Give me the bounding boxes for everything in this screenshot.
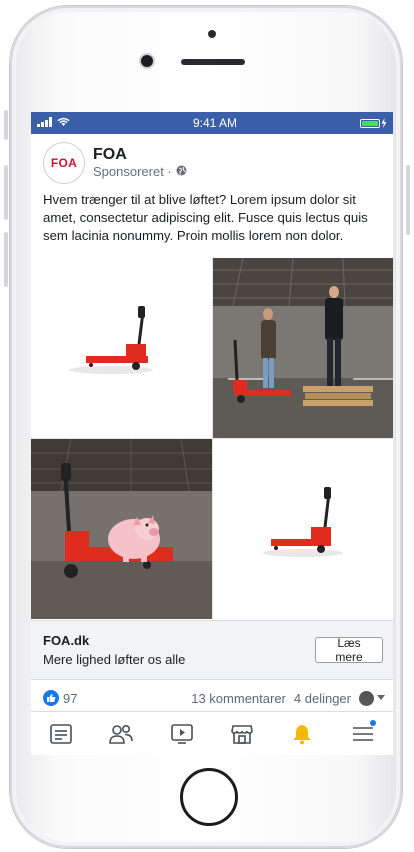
like-count[interactable]: 97 [63,691,77,706]
image-pallet-truck-1[interactable] [31,258,212,438]
sponsored-label: Sponsoreret · [93,164,187,180]
page-name[interactable]: FOA [93,146,187,164]
comment-count[interactable]: 13 kommentarer [191,691,286,706]
link-preview[interactable]: FOA.dk Mere lighed løfter os alle Læs me… [31,620,393,680]
logo-text: FOA [50,156,78,170]
friends-icon [109,724,134,744]
foa-logo[interactable]: FOA [43,142,85,184]
image-pallet-truck-2[interactable] [213,439,393,619]
chevron-down-icon [377,695,385,700]
news-feed-icon [50,724,72,744]
sponsored-text: Sponsoreret · [93,164,172,179]
signal-icon [37,116,53,130]
nav-friends[interactable] [101,716,141,752]
status-time: 9:41 AM [192,116,238,130]
earpiece-speaker [181,59,245,65]
home-button[interactable] [180,768,238,826]
viewer-avatar[interactable] [359,690,385,706]
like-icon[interactable] [43,690,59,706]
volume-up-button [4,165,8,220]
post-body-text: Hvem trænger til at blive løftet? Lorem … [43,192,368,243]
image-grid[interactable] [31,258,393,619]
link-domain: FOA.dk [43,633,90,648]
nav-news-feed[interactable] [41,716,81,752]
front-camera [141,55,153,67]
image-pig-on-pallet-truck[interactable] [31,439,212,619]
image-people-warehouse[interactable] [213,258,393,438]
status-bar: 9:41 AM [31,112,393,134]
notification-dot [369,720,376,726]
mute-switch [4,110,8,140]
bell-icon [293,725,312,745]
battery-icon [360,118,387,128]
share-count[interactable]: 4 delinger [294,691,351,706]
menu-icon [352,727,373,741]
post-header: FOA FOA Sponsoreret · [31,134,393,184]
marketplace-icon [231,725,253,744]
reactions-bar: 97 13 kommentarer 4 delinger [31,687,393,709]
link-headline: Mere lighed løfter os alle [43,652,186,667]
nav-menu[interactable] [343,716,383,752]
screen: 9:41 AM FOA FOA Sponsoreret · Hvem træng… [31,112,393,755]
power-button [406,165,410,235]
nav-watch[interactable] [162,716,202,752]
nav-notifications[interactable] [282,716,322,752]
bottom-navigation [31,711,393,755]
volume-down-button [4,232,8,287]
wifi-icon [57,116,70,130]
globe-icon [176,164,187,180]
nav-marketplace[interactable] [222,716,262,752]
watch-icon [171,724,193,744]
read-more-button[interactable]: Læs mere [315,636,383,664]
proximity-sensor [208,30,216,38]
